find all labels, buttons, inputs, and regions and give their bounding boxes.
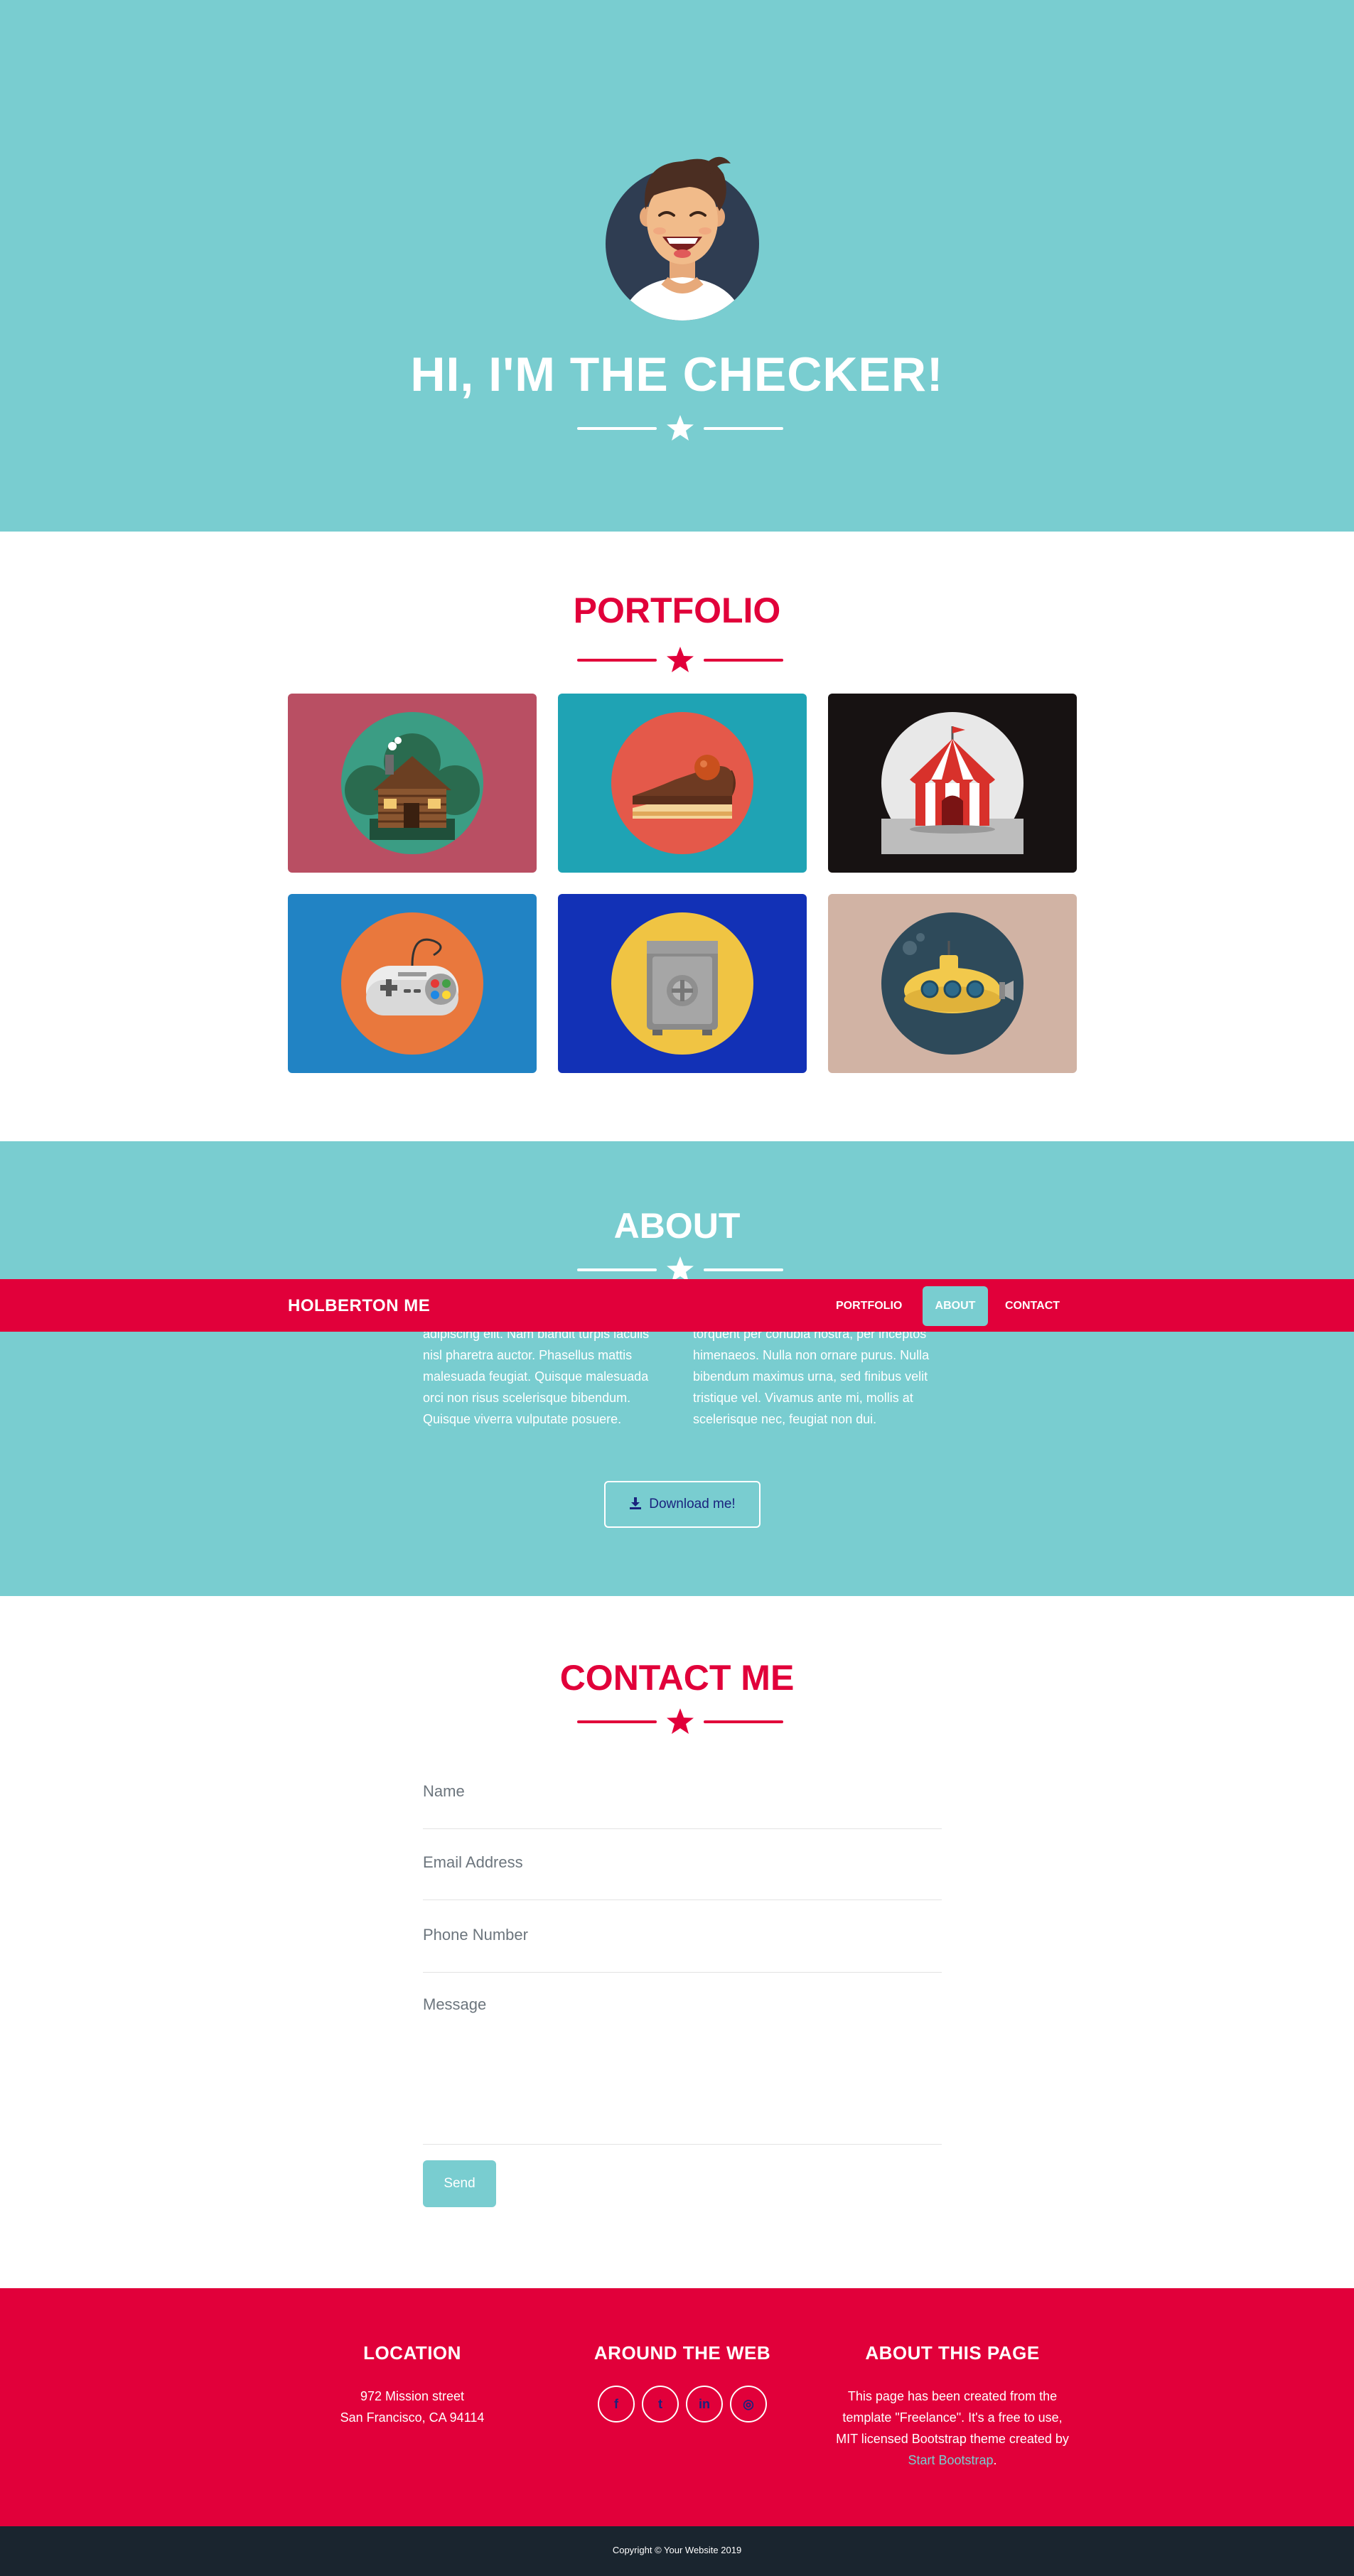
linkedin-icon[interactable]: in <box>686 2386 723 2423</box>
footer-about-title: ABOUT THIS PAGE <box>865 2342 1040 2364</box>
masthead: HI, I'M THE CHECKER! <box>0 0 1354 532</box>
contact-title: CONTACT ME <box>559 1658 795 1698</box>
page-title: HI, I'M THE CHECKER! <box>410 347 944 402</box>
send-button[interactable]: Send <box>423 2160 496 2207</box>
portfolio-title: PORTFOLIO <box>573 591 781 630</box>
portfolio-item-cake[interactable] <box>558 694 807 873</box>
portfolio-item-cabin[interactable] <box>288 694 537 873</box>
footer: LOCATION 972 Mission street San Francisc… <box>0 2288 1354 2526</box>
divider <box>577 1707 783 1735</box>
avatar <box>606 156 759 320</box>
nav-about[interactable]: ABOUT <box>923 1286 988 1326</box>
email-field <box>423 1853 942 1900</box>
star-icon <box>667 415 694 441</box>
cake-icon <box>633 755 736 819</box>
dribbble-icon[interactable]: ◎ <box>730 2386 767 2423</box>
portfolio-item-circus[interactable] <box>828 694 1077 873</box>
circus-tent-icon <box>881 726 1023 854</box>
safe-icon <box>647 941 718 1035</box>
about-text-left: adipiscing elit. Nam blandit turpis iacu… <box>423 1327 650 1426</box>
message-field <box>423 1995 942 2145</box>
copyright-bar: Copyright © Your Website 2019 <box>0 2526 1354 2576</box>
cabin-icon <box>345 733 480 840</box>
divider <box>577 414 783 442</box>
download-label: Download me! <box>649 1497 736 1511</box>
footer-about: ABOUT THIS PAGE This page has been creat… <box>824 2342 1080 2471</box>
footer-location: LOCATION 972 Mission street San Francisc… <box>284 2342 540 2428</box>
name-input[interactable] <box>423 1782 942 1801</box>
download-button[interactable]: Download me! <box>604 1481 761 1528</box>
start-bootstrap-link[interactable]: Start Bootstrap <box>908 2453 993 2467</box>
portfolio-item-safe[interactable] <box>558 894 807 1073</box>
divider <box>577 645 783 674</box>
footer-about-end: . <box>993 2453 997 2467</box>
download-icon <box>630 1497 642 1509</box>
submarine-icon <box>903 933 1014 1013</box>
phone-field <box>423 1926 942 1973</box>
address-line-1: 972 Mission street <box>360 2389 465 2403</box>
portfolio-item-game[interactable] <box>288 894 537 1073</box>
star-icon <box>667 647 694 672</box>
footer-web: AROUND THE WEB f t in ◎ <box>554 2342 810 2423</box>
message-input[interactable] <box>423 1995 942 2145</box>
brand-link[interactable]: HOLBERTON ME <box>288 1296 430 1316</box>
about-section: ABOUT <box>0 1141 1354 1596</box>
phone-input[interactable] <box>423 1926 942 1944</box>
email-input[interactable] <box>423 1853 942 1872</box>
twitter-icon[interactable]: t <box>642 2386 679 2423</box>
star-icon <box>667 1708 694 1734</box>
portfolio-item-submarine[interactable] <box>828 894 1077 1073</box>
nav-contact[interactable]: CONTACT <box>995 1286 1070 1326</box>
about-title: ABOUT <box>613 1206 741 1246</box>
name-field <box>423 1782 942 1829</box>
portfolio-section: PORTFOLIO <box>0 532 1354 1141</box>
address-line-2: San Francisco, CA 94114 <box>340 2410 485 2425</box>
copyright-text: Copyright © Your Website 2019 <box>612 2545 742 2555</box>
nav-portfolio[interactable]: PORTFOLIO <box>826 1286 912 1326</box>
game-controller-icon <box>366 938 458 1015</box>
footer-location-title: LOCATION <box>363 2342 461 2364</box>
footer-about-text: This page has been created from the temp… <box>836 2389 1069 2446</box>
facebook-icon[interactable]: f <box>598 2386 635 2423</box>
about-text-right: torquent per conubia nostra, per incepto… <box>693 1327 930 1426</box>
navbar: HOLBERTON ME PORTFOLIO ABOUT CONTACT <box>0 1279 1354 1332</box>
footer-web-title: AROUND THE WEB <box>593 2342 771 2364</box>
